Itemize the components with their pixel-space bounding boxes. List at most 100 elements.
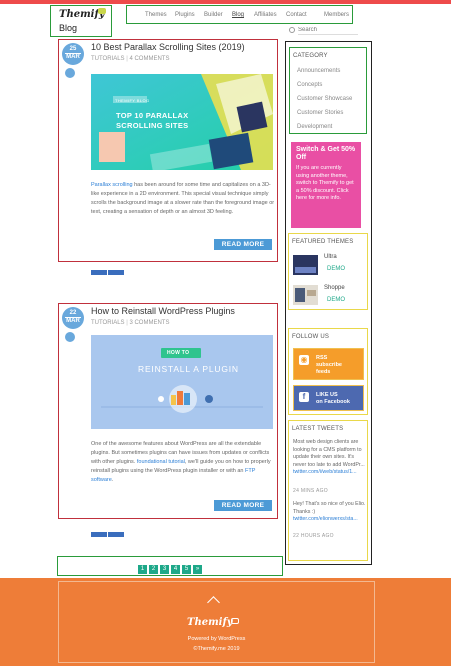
rss-label-line-2: subscribe — [316, 362, 342, 368]
date-badge: 22 MAR — [62, 307, 84, 329]
post-title[interactable]: 10 Best Parallax Scrolling Sites (2019) — [91, 42, 245, 52]
theme-demo-link[interactable]: DEMO — [327, 297, 345, 303]
tweet-text: Hey! That's so nice of you Elio. Thanks … — [293, 501, 366, 515]
excerpt-link[interactable]: foundational tutorial — [137, 459, 185, 465]
post-category[interactable]: TUTORIALS — [91, 56, 125, 62]
follow-us-title: FOLLOW US — [292, 334, 330, 340]
theme-thumbnail[interactable] — [293, 255, 318, 275]
share-icons — [91, 270, 131, 276]
pagination: 1 2 3 4 5 » — [57, 556, 283, 576]
footer-powered-by: Powered by WordPress — [187, 636, 246, 642]
post-format-icon — [65, 68, 75, 78]
tweet-link[interactable]: twitter.com/elionwerxs/sta... — [293, 516, 358, 522]
post-title[interactable]: How to Reinstall WordPress Plugins — [91, 306, 235, 316]
read-more-button[interactable]: READ MORE — [214, 239, 272, 250]
footer-logo-badge-icon — [231, 618, 239, 624]
facebook-label-line-1: LIKE US — [316, 392, 338, 398]
promo-title: Switch & Get 50% Off — [296, 146, 356, 161]
share-twitter-icon[interactable] — [91, 270, 107, 275]
top-accent-bar — [0, 0, 451, 4]
excerpt-link[interactable]: Parallax scrolling — [91, 182, 133, 188]
page-1-link[interactable]: 1 — [138, 565, 147, 574]
facebook-icon: f — [299, 392, 309, 402]
nav-item-blog[interactable]: Blog — [232, 12, 244, 18]
share-twitter-icon[interactable] — [91, 532, 107, 537]
next-page-link[interactable]: » — [193, 565, 202, 574]
share-facebook-icon[interactable] — [108, 532, 124, 537]
rss-subscribe-button[interactable]: ◉ RSS subscribe feeds — [293, 348, 364, 380]
post-category[interactable]: TUTORIALS — [91, 320, 125, 326]
search-icon[interactable] — [289, 27, 295, 33]
facebook-label-line-2: on Facebook — [316, 399, 350, 405]
back-to-top-icon[interactable] — [207, 596, 220, 609]
post-featured-image[interactable]: THEMIFY BLOG TOP 10 PARALLAX SCROLLING S… — [91, 74, 273, 170]
page-2-link[interactable]: 2 — [149, 565, 158, 574]
image-heading: REINSTALL A PLUGIN — [138, 364, 239, 374]
nav-item-themes[interactable]: Themes — [145, 12, 167, 18]
theme-thumbnail[interactable] — [293, 285, 318, 305]
page-5-link[interactable]: 5 — [182, 565, 191, 574]
post-excerpt: One of the awesome features about WordPr… — [91, 440, 275, 485]
rss-label-line-3: feeds — [316, 369, 331, 375]
site-footer: Themify Powered by WordPress ©Themify.me… — [0, 578, 451, 666]
sidebar: CATEGORY Announcements Concepts Customer… — [285, 41, 372, 565]
logo-badge-icon — [98, 8, 106, 14]
page-4-link[interactable]: 4 — [171, 565, 180, 574]
image-heading-line-1: TOP 10 PARALLAX — [116, 111, 189, 120]
tweet: Most web design clients are looking for … — [293, 439, 366, 477]
rss-icon: ◉ — [299, 355, 309, 365]
category-item[interactable]: Concepts — [297, 82, 322, 88]
latest-tweets-title: LATEST TWEETS — [292, 426, 344, 432]
post-format-icon — [65, 332, 75, 342]
post-featured-image[interactable]: HOW TO REINSTALL A PLUGIN — [91, 335, 273, 429]
site-logo[interactable]: Themify Blog — [50, 5, 112, 37]
category-title: CATEGORY — [293, 53, 328, 59]
date-day: 22 — [69, 310, 77, 316]
category-item[interactable]: Customer Showcase — [297, 96, 352, 102]
nav-item-plugins[interactable]: Plugins — [175, 12, 195, 18]
read-more-button[interactable]: READ MORE — [214, 500, 272, 511]
post-meta: TUTORIALS | 4 COMMENTS — [91, 56, 169, 62]
excerpt-text: . — [111, 477, 114, 483]
page-3-link[interactable]: 3 — [160, 565, 169, 574]
tweet: Hey! That's so nice of you Elio. Thanks … — [293, 501, 366, 524]
share-facebook-icon[interactable] — [108, 270, 124, 275]
blog-label: Blog — [59, 23, 78, 33]
post-comments[interactable]: 3 COMMENTS — [129, 320, 169, 326]
date-month: MAR — [65, 53, 81, 60]
theme-demo-link[interactable]: DEMO — [327, 266, 345, 272]
date-day: 25 — [69, 46, 77, 52]
search-input[interactable] — [298, 25, 358, 35]
main-nav: Themes Plugins Builder Blog Affiliates C… — [126, 5, 353, 24]
image-heading-line-2: SCROLLING SITES — [116, 121, 189, 130]
nav-item-affiliates[interactable]: Affiliates — [254, 12, 277, 18]
tweet-link[interactable]: twitter.com/i/web/status/1... — [293, 469, 357, 475]
footer-logo[interactable]: Themify — [187, 617, 233, 628]
promo-body: If you are currently using another theme… — [296, 165, 354, 201]
featured-themes-widget: FEATURED THEMES Ultra DEMO Shoppe DEMO — [288, 233, 368, 310]
latest-tweets-widget: LATEST TWEETS Most web design clients ar… — [288, 420, 368, 561]
nav-item-contact[interactable]: Contact — [286, 12, 307, 18]
tweet-time: 22 HOURS AGO — [293, 533, 334, 539]
date-badge: 25 MAR — [62, 43, 84, 65]
nav-item-builder[interactable]: Builder — [204, 12, 223, 18]
nav-item-members[interactable]: Members — [324, 12, 349, 18]
theme-name[interactable]: Shoppe — [324, 285, 345, 291]
share-icons — [91, 532, 131, 538]
post-meta: TUTORIALS | 3 COMMENTS — [91, 320, 169, 326]
theme-name[interactable]: Ultra — [324, 254, 337, 260]
follow-us-widget: FOLLOW US ◉ RSS subscribe feeds f LIKE US o… — [288, 328, 368, 415]
category-item[interactable]: Development — [297, 124, 332, 130]
promo-banner[interactable]: Switch & Get 50% Off If you are currentl… — [291, 142, 361, 228]
tweet-time: 24 MINS AGO — [293, 488, 328, 494]
post-comments[interactable]: 4 COMMENTS — [129, 56, 169, 62]
featured-themes-title: FEATURED THEMES — [292, 239, 354, 245]
post-card: 25 MAR 10 Best Parallax Scrolling Sites … — [58, 39, 278, 262]
category-item[interactable]: Announcements — [297, 68, 340, 74]
facebook-label: LIKE US on Facebook — [316, 392, 350, 406]
image-badge: HOW TO — [167, 350, 190, 356]
date-month: MAR — [65, 317, 81, 324]
tweet-text: Most web design clients are looking for … — [293, 439, 365, 468]
category-item[interactable]: Customer Stories — [297, 110, 343, 116]
facebook-like-button[interactable]: f LIKE US on Facebook — [293, 385, 364, 411]
